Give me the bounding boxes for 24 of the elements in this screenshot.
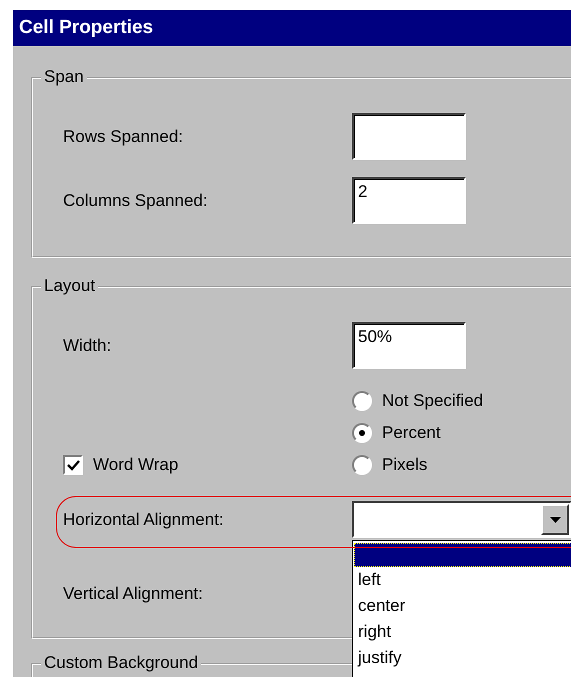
dropdown-option[interactable]: left <box>354 567 571 593</box>
field-label: Rows Spanned: <box>63 126 184 146</box>
radio-button[interactable]: Not Specified <box>352 385 571 417</box>
dropdown-button[interactable] <box>541 504 569 535</box>
dropdown-option[interactable]: center <box>354 593 571 619</box>
field-label: Vertical Alignment: <box>63 584 204 604</box>
text-field[interactable] <box>352 113 466 160</box>
dropdown-option[interactable]: justify <box>354 645 571 671</box>
group-label: Layout <box>41 276 98 296</box>
group-label: Span <box>41 67 87 87</box>
checkbox[interactable]: Word Wrap <box>63 449 352 481</box>
window-title: Cell Properties <box>13 10 571 46</box>
field-label: Columns Spanned: <box>63 190 209 210</box>
text-field[interactable]: 2 <box>352 177 466 224</box>
check-icon <box>66 460 80 470</box>
dropdown-option[interactable]: right <box>354 619 571 645</box>
caret-icon <box>550 516 560 522</box>
field-label: Horizontal Alignment: <box>63 510 225 530</box>
group-label: Custom Background <box>41 653 202 673</box>
text-field[interactable]: 50% <box>352 322 466 369</box>
field-label: Width: <box>63 336 112 356</box>
radio-button[interactable]: Pixels <box>352 449 571 481</box>
radio-button[interactable]: Percent <box>352 417 571 449</box>
dropdown-option[interactable] <box>354 543 571 567</box>
